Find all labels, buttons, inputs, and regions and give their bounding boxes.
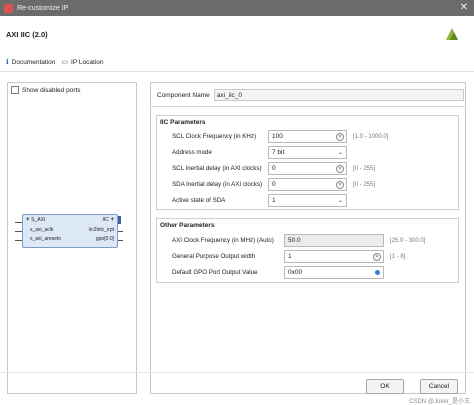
scl-clock-frequency-input[interactable]: 100 ✕ <box>268 130 347 143</box>
param-label: SCL Clock Frequency (in KHz) <box>172 133 257 140</box>
ip-location-label: IP Location <box>71 58 104 66</box>
parameters-panel: Component Name axi_iic_0 IIC Parameters … <box>150 82 466 394</box>
default-gpo-value-input[interactable]: 0x00 <box>284 266 384 279</box>
documentation-link[interactable]: ℹ Documentation <box>6 58 56 67</box>
component-name-row: Component Name axi_iic_0 <box>157 89 464 101</box>
component-name-label: Component Name <box>157 91 210 99</box>
port-stub <box>15 240 22 241</box>
param-label: AXI Clock Frequency (in MHz) (Auto) <box>172 237 274 244</box>
param-label: SDA Inertial delay (in AXI clocks) <box>172 181 263 188</box>
param-range: [0 - 255] <box>353 181 376 188</box>
param-row: SDA Inertial delay (in AXI clocks) 0 ✕ [… <box>172 178 375 191</box>
param-range: [1 - 8] <box>390 253 406 260</box>
active-state-sda-select[interactable]: 1 ⌄ <box>268 194 347 207</box>
param-range: [1.0 - 1000.0] <box>353 133 389 140</box>
param-row: SCL Clock Frequency (in KHz) 100 ✕ [1.0 … <box>172 130 388 143</box>
param-label: General Purpose Output width <box>172 253 256 260</box>
param-row: General Purpose Output width 1 ✕ [1 - 8] <box>172 250 405 263</box>
folder-icon: ▭ <box>61 59 69 66</box>
chevron-down-icon: ⌄ <box>337 150 343 156</box>
show-disabled-ports[interactable]: Show disabled ports <box>11 86 81 94</box>
component-name-field[interactable]: axi_iic_0 <box>213 89 464 101</box>
documentation-label: Documentation <box>11 58 56 66</box>
footer-divider <box>0 372 474 373</box>
bus-marker <box>118 216 121 224</box>
show-disabled-ports-label: Show disabled ports <box>22 86 81 94</box>
chevron-down-icon: ⌄ <box>337 198 343 204</box>
info-dot-icon <box>375 270 380 275</box>
info-icon: ℹ <box>6 59 9 66</box>
show-disabled-ports-checkbox[interactable] <box>11 86 19 94</box>
param-row: Default GPO Port Output Value 0x00 <box>172 266 390 279</box>
clear-icon[interactable]: ✕ <box>336 133 344 141</box>
address-mode-select[interactable]: 7 bit ⌄ <box>268 146 347 159</box>
param-row: SCL Inertial delay (in AXI clocks) 0 ✕ [… <box>172 162 375 175</box>
port-stub <box>15 222 22 223</box>
param-label: Active state of SDA <box>172 197 226 204</box>
ip-header: AXI IIC (2.0) <box>0 16 474 50</box>
cancel-button[interactable]: Cancel <box>420 379 458 394</box>
ok-button[interactable]: OK <box>366 379 404 394</box>
watermark: CSDN @Joker_是小王 <box>409 399 470 405</box>
axi-clock-frequency-input: 50.0 <box>284 234 384 247</box>
port-stub <box>118 231 123 232</box>
port-s-axi-aclk: s_axi_aclk <box>30 227 54 233</box>
ip-name: AXI IIC (2.0) <box>6 30 48 39</box>
app-icon <box>4 3 13 13</box>
param-label: Address mode <box>172 149 212 156</box>
other-parameters-group: Other Parameters AXI Clock Frequency (in… <box>156 218 459 283</box>
port-iic2intc-irpt: iic2intc_irpt <box>88 227 114 233</box>
iic-parameters-title: IIC Parameters <box>160 119 206 126</box>
param-range: [25.0 - 300.0] <box>390 237 426 244</box>
port-s-axi: + S_AXI <box>26 217 46 223</box>
ip-location-link[interactable]: ▭ IP Location <box>61 58 104 67</box>
port-stub <box>15 231 22 232</box>
param-label: Default GPO Port Output Value <box>172 269 258 276</box>
port-gpo: gpo[0:0] <box>95 236 114 242</box>
param-row: Active state of SDA 1 ⌄ <box>172 194 353 207</box>
close-icon[interactable]: ✕ <box>460 2 468 13</box>
link-bar: ℹ Documentation ▭ IP Location <box>0 54 474 70</box>
iic-parameters-group: IIC Parameters SCL Clock Frequency (in K… <box>156 115 459 210</box>
other-parameters-title: Other Parameters <box>160 222 215 229</box>
divider <box>0 71 474 72</box>
divider <box>151 106 465 107</box>
clear-icon[interactable]: ✕ <box>373 253 381 261</box>
param-row: Address mode 7 bit ⌄ <box>172 146 353 159</box>
gpo-width-input[interactable]: 1 ✕ <box>284 250 384 263</box>
window-titlebar: Re-customize IP ✕ <box>0 0 474 16</box>
window-title: Re-customize IP <box>17 4 69 12</box>
param-range: [0 - 255] <box>353 165 376 172</box>
param-label: SCL Inertial delay (in AXI clocks) <box>172 165 262 172</box>
param-row: AXI Clock Frequency (in MHz) (Auto) 50.0… <box>172 234 425 247</box>
port-stub <box>118 240 123 241</box>
clear-icon[interactable]: ✕ <box>336 165 344 173</box>
clear-icon[interactable]: ✕ <box>336 181 344 189</box>
sda-inertial-delay-input[interactable]: 0 ✕ <box>268 178 347 191</box>
port-iic: IIC + <box>102 217 114 223</box>
vendor-logo-icon <box>446 28 458 40</box>
port-s-axi-aresetn: s_axi_aresetn <box>30 236 62 242</box>
ip-block-symbol: + S_AXI s_axi_aclk s_axi_aresetn IIC + i… <box>22 214 118 248</box>
scl-inertial-delay-input[interactable]: 0 ✕ <box>268 162 347 175</box>
